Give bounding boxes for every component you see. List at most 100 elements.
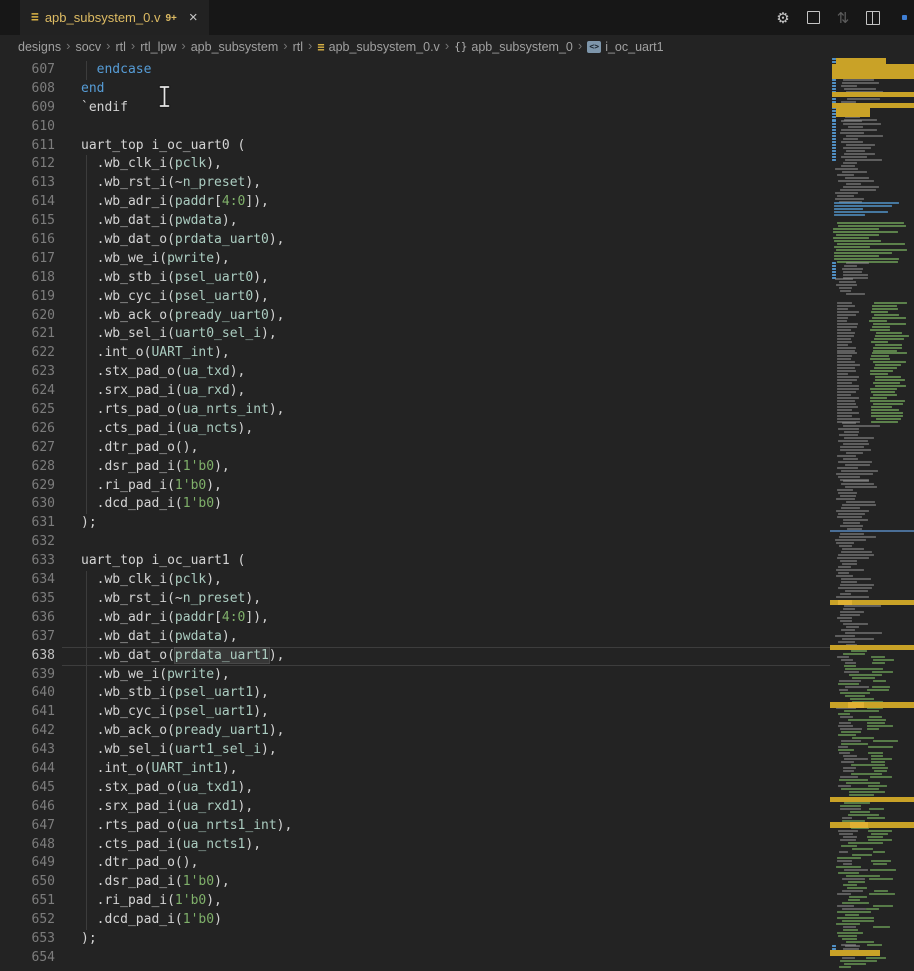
- line-number[interactable]: 633: [0, 552, 55, 571]
- line-number[interactable]: 654: [0, 949, 55, 968]
- line-number[interactable]: 641: [0, 703, 55, 722]
- code-line-current[interactable]: .wb_dat_o(prdata_uart1),: [62, 647, 830, 666]
- line-number[interactable]: 645: [0, 779, 55, 798]
- code-line[interactable]: .wb_clk_i(pclk),: [62, 155, 830, 174]
- code-line[interactable]: .int_o(UART_int1),: [62, 760, 830, 779]
- line-number[interactable]: 652: [0, 911, 55, 930]
- line-number[interactable]: 646: [0, 798, 55, 817]
- line-number[interactable]: 613: [0, 174, 55, 193]
- code-line[interactable]: .srx_pad_i(ua_rxd1),: [62, 798, 830, 817]
- line-number[interactable]: 622: [0, 344, 55, 363]
- breadcrumb-item-rtl[interactable]: rtl: [293, 40, 303, 54]
- line-number[interactable]: 630: [0, 495, 55, 514]
- line-number[interactable]: 624: [0, 382, 55, 401]
- line-number[interactable]: 637: [0, 628, 55, 647]
- gear-icon[interactable]: ⚙: [774, 9, 792, 27]
- line-number[interactable]: 651: [0, 892, 55, 911]
- split-editor-icon[interactable]: [864, 9, 882, 27]
- line-number[interactable]: 628: [0, 458, 55, 477]
- code-line[interactable]: .wb_cyc_i(psel_uart0),: [62, 288, 830, 307]
- line-number[interactable]: 639: [0, 666, 55, 685]
- code-line[interactable]: .wb_stb_i(psel_uart1),: [62, 684, 830, 703]
- line-number[interactable]: 618: [0, 269, 55, 288]
- code-line[interactable]: .dtr_pad_o(),: [62, 854, 830, 873]
- breadcrumb-item-rtl[interactable]: rtl: [115, 40, 125, 54]
- line-number[interactable]: 610: [0, 118, 55, 137]
- line-number[interactable]: 625: [0, 401, 55, 420]
- code-line[interactable]: .rts_pad_o(ua_nrts_int),: [62, 401, 830, 420]
- code-line[interactable]: .cts_pad_i(ua_ncts),: [62, 420, 830, 439]
- code-line[interactable]: .wb_clk_i(pclk),: [62, 571, 830, 590]
- code-line[interactable]: .int_o(UART_int),: [62, 344, 830, 363]
- code-line[interactable]: .cts_pad_i(ua_ncts1),: [62, 836, 830, 855]
- line-number[interactable]: 608: [0, 80, 55, 99]
- code-line[interactable]: uart_top i_oc_uart1 (: [62, 552, 830, 571]
- code-line[interactable]: .stx_pad_o(ua_txd1),: [62, 779, 830, 798]
- tab-apb-subsystem[interactable]: ≡ apb_subsystem_0.v 9+ ×: [20, 0, 209, 35]
- code-line[interactable]: );: [62, 514, 830, 533]
- compare-changes-icon[interactable]: ⇅: [834, 9, 852, 27]
- line-number[interactable]: 636: [0, 609, 55, 628]
- code-line[interactable]: .dtr_pad_o(),: [62, 439, 830, 458]
- line-number[interactable]: 609: [0, 99, 55, 118]
- code-line[interactable]: .wb_sel_i(uart1_sel_i),: [62, 741, 830, 760]
- code-line[interactable]: .wb_cyc_i(psel_uart1),: [62, 703, 830, 722]
- code-line[interactable]: .wb_dat_i(pwdata),: [62, 212, 830, 231]
- line-number[interactable]: 648: [0, 836, 55, 855]
- line-number[interactable]: 611: [0, 137, 55, 156]
- code-line[interactable]: .wb_ack_o(pready_uart0),: [62, 307, 830, 326]
- line-number[interactable]: 612: [0, 155, 55, 174]
- code-line[interactable]: .wb_rst_i(~n_preset),: [62, 590, 830, 609]
- code-line[interactable]: .wb_ack_o(pready_uart1),: [62, 722, 830, 741]
- code-line[interactable]: uart_top i_oc_uart0 (: [62, 137, 830, 156]
- line-number[interactable]: 615: [0, 212, 55, 231]
- breadcrumb-item-i-oc-uart1[interactable]: <>i_oc_uart1: [587, 40, 663, 54]
- line-number[interactable]: 627: [0, 439, 55, 458]
- code-line[interactable]: .wb_dat_i(pwdata),: [62, 628, 830, 647]
- code-line[interactable]: .wb_dat_o(prdata_uart0),: [62, 231, 830, 250]
- line-number[interactable]: 614: [0, 193, 55, 212]
- code-line[interactable]: .wb_we_i(pwrite),: [62, 666, 830, 685]
- breadcrumb-item-apb-subsystem-0[interactable]: {}apb_subsystem_0: [454, 40, 573, 54]
- code-line[interactable]: .wb_we_i(pwrite),: [62, 250, 830, 269]
- line-number[interactable]: 626: [0, 420, 55, 439]
- code-line[interactable]: .wb_stb_i(psel_uart0),: [62, 269, 830, 288]
- code-line[interactable]: .wb_adr_i(paddr[4:0]),: [62, 609, 830, 628]
- line-number[interactable]: 635: [0, 590, 55, 609]
- code-line[interactable]: .stx_pad_o(ua_txd),: [62, 363, 830, 382]
- breadcrumb-item-socv[interactable]: socv: [75, 40, 101, 54]
- code-line[interactable]: `endif: [62, 99, 830, 118]
- line-number[interactable]: 632: [0, 533, 55, 552]
- layout-square-icon[interactable]: [804, 9, 822, 27]
- line-number[interactable]: 607: [0, 61, 55, 80]
- line-number[interactable]: 620: [0, 307, 55, 326]
- line-number[interactable]: 619: [0, 288, 55, 307]
- code-editor[interactable]: 6076086096106116126136146156166176186196…: [0, 58, 830, 971]
- code-line[interactable]: .srx_pad_i(ua_rxd),: [62, 382, 830, 401]
- line-number[interactable]: 629: [0, 477, 55, 496]
- line-number[interactable]: 653: [0, 930, 55, 949]
- line-number[interactable]: 621: [0, 325, 55, 344]
- line-number[interactable]: 642: [0, 722, 55, 741]
- code-line[interactable]: [62, 949, 830, 968]
- close-icon[interactable]: ×: [189, 10, 198, 25]
- breadcrumb-item-designs[interactable]: designs: [18, 40, 61, 54]
- line-number[interactable]: 617: [0, 250, 55, 269]
- line-number[interactable]: 638: [0, 647, 55, 666]
- code-line[interactable]: .wb_sel_i(uart0_sel_i),: [62, 325, 830, 344]
- breadcrumb-item-apb-subsystem-0-v[interactable]: ≡apb_subsystem_0.v: [317, 40, 439, 54]
- line-number[interactable]: 650: [0, 873, 55, 892]
- code-line[interactable]: .dsr_pad_i(1'b0),: [62, 458, 830, 477]
- breadcrumb-item-rtl-lpw[interactable]: rtl_lpw: [140, 40, 176, 54]
- line-number[interactable]: 640: [0, 684, 55, 703]
- code-line[interactable]: [62, 118, 830, 137]
- code-line[interactable]: .dsr_pad_i(1'b0),: [62, 873, 830, 892]
- line-number[interactable]: 616: [0, 231, 55, 250]
- code-line[interactable]: .dcd_pad_i(1'b0): [62, 495, 830, 514]
- minimap[interactable]: [830, 58, 914, 971]
- line-number[interactable]: 631: [0, 514, 55, 533]
- line-number[interactable]: 623: [0, 363, 55, 382]
- code-line[interactable]: );: [62, 930, 830, 949]
- line-number[interactable]: 649: [0, 854, 55, 873]
- code-line[interactable]: .wb_rst_i(~n_preset),: [62, 174, 830, 193]
